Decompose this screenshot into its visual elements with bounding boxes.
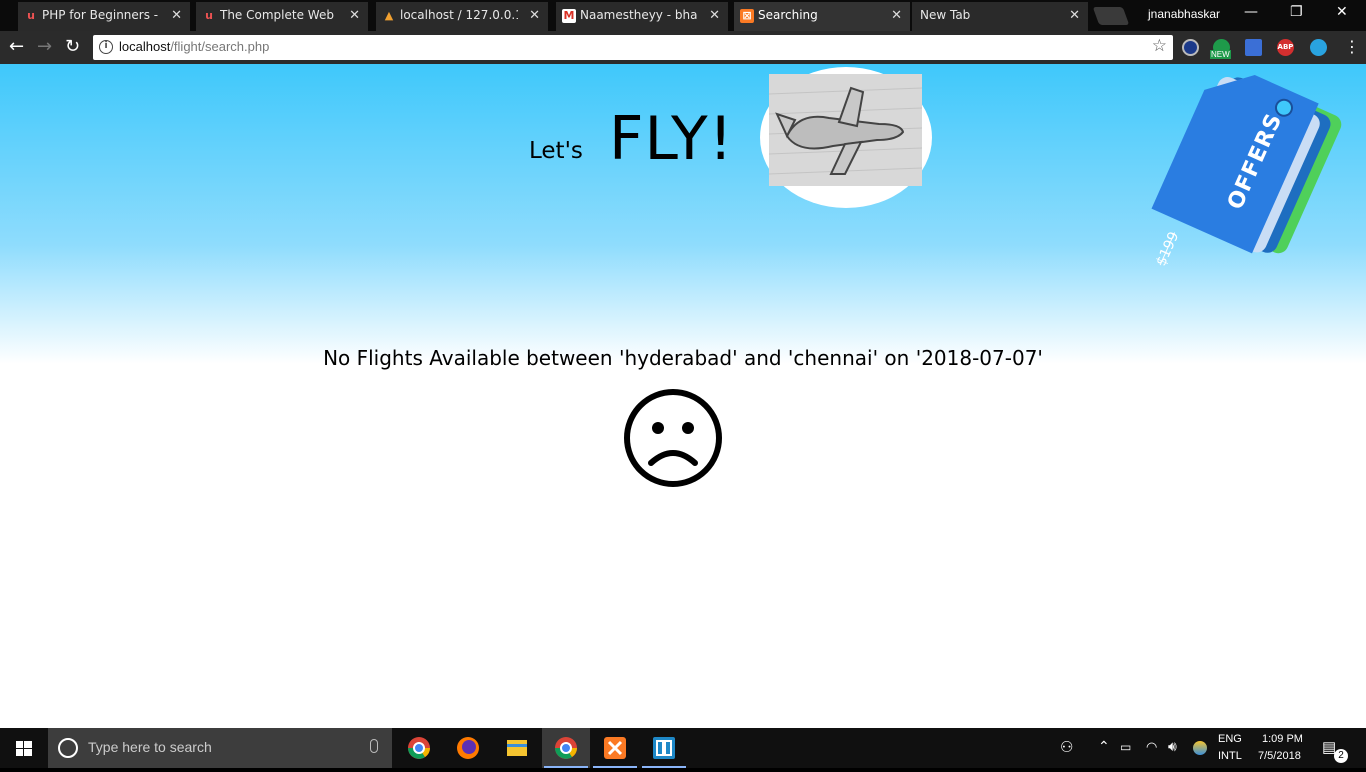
chrome-taskbar-icon[interactable] [395,728,443,768]
tab-phpmyadmin[interactable]: ▲ localhost / 127.0.0.1 / f ✕ [376,2,548,31]
offers-tag-image[interactable]: OFFERS $199 [1138,64,1343,269]
new-tab-button[interactable] [1092,7,1130,25]
microphone-icon[interactable] [370,739,378,753]
tab-title: Searching [758,8,818,22]
firefox-taskbar-icon[interactable] [444,728,492,768]
close-window-icon[interactable]: ✕ [1336,4,1348,20]
search-placeholder: Type here to search [88,739,212,755]
notification-count-badge: 2 [1334,749,1348,763]
taskbar-search[interactable]: Type here to search [48,728,392,768]
extension-sync-icon[interactable] [1310,39,1327,56]
forward-arrow-icon[interactable]: → [37,37,52,57]
phpmyadmin-icon: ▲ [384,9,394,22]
extension-window-icon[interactable] [1245,39,1262,56]
clock-date[interactable]: 7/5/2018 [1258,750,1301,762]
extension-blocker-icon[interactable] [1182,39,1199,56]
close-tab-icon[interactable]: ✕ [529,2,540,29]
url-host: localhost [119,39,171,54]
xampp-icon: ⊠ [740,9,754,23]
language-indicator-top[interactable]: ENG [1218,733,1242,745]
tab-title: PHP for Beginners - Be [42,8,160,22]
menu-kebab-icon[interactable]: ⋮ [1344,37,1360,56]
back-arrow-icon[interactable]: ← [9,37,24,57]
close-tab-icon[interactable]: ✕ [349,2,360,29]
tab-title: Naamestheyy - bhaskar [580,8,698,22]
show-hidden-icons-chevron[interactable]: ⌃ [1098,738,1110,755]
lets-text: Let's [529,138,583,164]
weather-app-icon[interactable] [1193,741,1207,755]
url-text[interactable]: localhost/flight/search.php [119,39,269,54]
people-icon[interactable]: ⚇ [1060,738,1073,756]
no-flights-message: No Flights Available between 'hyderabad'… [323,346,1043,370]
close-tab-icon[interactable]: ✕ [891,2,902,29]
tab-title: The Complete Web De [220,8,338,22]
chrome-active-taskbar-icon[interactable] [542,728,590,768]
tab-title: localhost / 127.0.0.1 / f [400,8,518,22]
gmail-icon: M [562,9,576,23]
volume-icon[interactable]: 🔊︎ [1168,738,1177,755]
start-button[interactable] [0,728,48,768]
restore-icon[interactable]: ❐ [1290,4,1303,20]
windows-taskbar: Type here to search ⚇ ⌃ ▭ ◠ 🔊︎ ENG INTL … [0,728,1366,768]
adblock-icon[interactable]: ABP [1277,39,1294,56]
minimize-icon[interactable]: — [1244,4,1258,20]
wifi-icon[interactable]: ◠ [1146,739,1157,755]
close-tab-icon[interactable]: ✕ [171,2,182,29]
browser-toolbar: ← → ↻ i localhost/flight/search.php ☆ NE… [0,31,1366,64]
extension-new-badge: NEW [1210,50,1231,59]
bookmark-star-icon[interactable]: ☆ [1152,36,1167,56]
profile-name[interactable]: jnanabhaskar [1148,7,1220,21]
airplane-sketch-image [768,74,923,186]
windows-logo-icon [16,741,32,756]
sad-face-icon [624,389,722,487]
udemy-icon: u [27,9,35,22]
close-tab-icon[interactable]: ✕ [1069,2,1080,29]
udemy-icon: u [205,9,213,22]
xampp-taskbar-icon[interactable] [591,728,639,768]
tab-new-tab[interactable]: New Tab ✕ [912,2,1088,31]
page-content: Let's FLY! OFFERS $199 No Flights Availa… [0,64,1366,728]
address-bar[interactable]: i localhost/flight/search.php ☆ [93,35,1173,60]
tab-gmail[interactable]: M Naamestheyy - bhaskar ✕ [556,2,728,31]
cortana-icon [58,738,78,758]
tab-complete-web-dev[interactable]: u The Complete Web De ✕ [196,2,368,31]
reload-icon[interactable]: ↻ [65,37,80,57]
url-path: /flight/search.php [170,39,270,54]
battery-icon[interactable]: ▭ [1120,740,1131,754]
info-icon[interactable]: i [99,40,113,54]
tab-searching[interactable]: ⊠ Searching ✕ [734,2,910,31]
app-taskbar-icon[interactable] [640,728,688,768]
clock-time[interactable]: 1:09 PM [1262,733,1303,745]
tab-title: New Tab [920,8,971,22]
close-tab-icon[interactable]: ✕ [709,2,720,29]
browser-tab-strip: u PHP for Beginners - Be ✕ u The Complet… [0,0,1366,31]
language-indicator-bottom[interactable]: INTL [1218,750,1242,762]
tab-php-for-beginners[interactable]: u PHP for Beginners - Be ✕ [18,2,190,31]
file-explorer-taskbar-icon[interactable] [493,728,541,768]
fly-heading: FLY! [609,104,734,174]
